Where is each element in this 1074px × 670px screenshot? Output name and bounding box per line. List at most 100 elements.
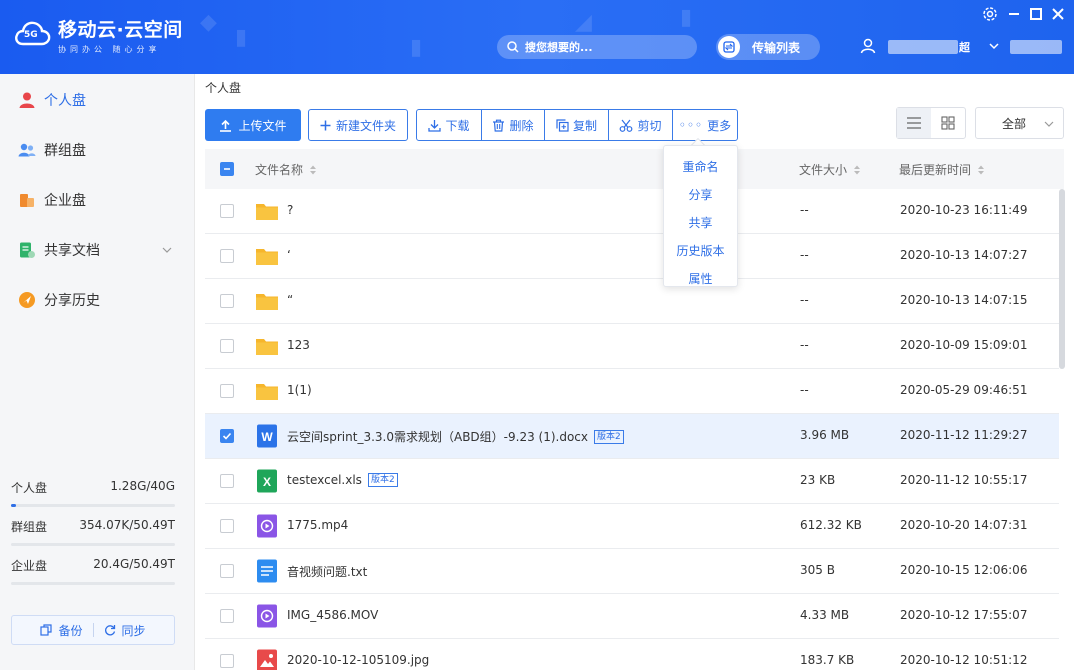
more-dropdown-menu: 重命名 分享 共享 历史版本 属性 bbox=[663, 145, 738, 287]
file-name-cell[interactable]: 音视频问题.txt bbox=[287, 563, 367, 580]
menu-item-properties[interactable]: 属性 bbox=[664, 265, 737, 293]
copy-button[interactable]: 复制 bbox=[545, 110, 609, 140]
select-all-checkbox[interactable] bbox=[220, 162, 234, 176]
scissors-icon bbox=[620, 119, 633, 132]
sidebar-item-share-history[interactable]: 分享历史 bbox=[0, 280, 195, 320]
file-name-cell[interactable]: 1775.mp4 bbox=[287, 518, 348, 532]
list-view-button[interactable] bbox=[897, 108, 931, 138]
download-label: 下载 bbox=[445, 118, 470, 133]
table-row[interactable]: 123 -- 2020-10-09 15:09:01 bbox=[205, 324, 1059, 369]
table-row[interactable]: W 云空间sprint_3.3.0需求规划（ABD组）-9.23 (1).docx… bbox=[205, 414, 1059, 459]
file-name[interactable]: “ bbox=[287, 293, 293, 307]
usage-label: 群组盘 bbox=[11, 520, 48, 534]
file-name[interactable]: 2020-10-12-105109.jpg bbox=[287, 653, 429, 667]
sidebar-item-enterprise-disk[interactable]: 企业盘 bbox=[0, 180, 195, 220]
row-checkbox[interactable] bbox=[220, 519, 234, 533]
file-name-cell[interactable]: ? bbox=[287, 203, 293, 217]
menu-item-rename[interactable]: 重命名 bbox=[664, 153, 737, 181]
row-checkbox[interactable] bbox=[220, 474, 234, 488]
minimize-icon[interactable] bbox=[1004, 5, 1024, 23]
table-row[interactable]: IMG_4586.MOV 4.33 MB 2020-10-12 17:55:07 bbox=[205, 594, 1059, 639]
file-name[interactable]: ? bbox=[287, 203, 293, 217]
row-checkbox[interactable] bbox=[220, 429, 234, 443]
file-name-cell[interactable]: 1(1) bbox=[287, 383, 312, 397]
row-checkbox[interactable] bbox=[220, 654, 234, 668]
transfer-list-button[interactable]: 传输列表 bbox=[716, 34, 820, 60]
table-header: 文件名称 文件大小 最后更新时间 bbox=[205, 149, 1064, 189]
chevron-down-icon[interactable] bbox=[988, 40, 1000, 52]
file-name-cell[interactable]: “ bbox=[287, 293, 293, 307]
row-checkbox[interactable] bbox=[220, 384, 234, 398]
usage-group: 群组盘 354.07K/50.49T bbox=[11, 518, 175, 546]
file-size: 183.7 KB bbox=[800, 653, 855, 667]
file-name[interactable]: ‘ bbox=[287, 248, 291, 262]
table-row[interactable]: “ -- 2020-10-13 14:07:15 bbox=[205, 279, 1059, 324]
column-header-name[interactable]: 文件名称 bbox=[255, 161, 317, 178]
file-name-cell[interactable]: 123 bbox=[287, 338, 310, 352]
new-folder-button[interactable]: 新建文件夹 bbox=[308, 109, 408, 141]
column-header-size[interactable]: 文件大小 bbox=[799, 161, 861, 178]
row-checkbox[interactable] bbox=[220, 294, 234, 308]
sidebar-item-personal-disk[interactable]: 个人盘 bbox=[0, 80, 195, 120]
file-name-cell[interactable]: IMG_4586.MOV bbox=[287, 608, 378, 622]
row-checkbox[interactable] bbox=[220, 204, 234, 218]
breadcrumb[interactable]: 个人盘 bbox=[205, 79, 241, 96]
file-name[interactable]: 123 bbox=[287, 338, 310, 352]
redacted-account bbox=[1010, 40, 1062, 54]
table-row[interactable]: 1(1) -- 2020-05-29 09:46:51 bbox=[205, 369, 1059, 414]
file-name-cell[interactable]: 云空间sprint_3.3.0需求规划（ABD组）-9.23 (1).docx 版… bbox=[287, 428, 624, 445]
grid-view-button[interactable] bbox=[931, 108, 965, 138]
row-checkbox[interactable] bbox=[220, 339, 234, 353]
sync-button[interactable]: 同步 bbox=[104, 622, 146, 639]
file-name[interactable]: 1(1) bbox=[287, 383, 312, 397]
column-header-date[interactable]: 最后更新时间 bbox=[899, 161, 985, 178]
close-icon[interactable] bbox=[1048, 5, 1068, 23]
sort-icon bbox=[978, 165, 985, 174]
person-icon bbox=[19, 92, 35, 108]
sidebar-item-shared-docs[interactable]: 共享文档 bbox=[0, 230, 195, 270]
decor-icon: ▮ bbox=[410, 35, 423, 60]
table-row[interactable]: Xtestexcel.xls 版本2 23 KB 2020-11-12 10:55:1… bbox=[205, 459, 1059, 504]
file-name[interactable]: 音视频问题.txt bbox=[287, 563, 367, 580]
scrollbar[interactable] bbox=[1059, 189, 1065, 369]
maximize-icon[interactable] bbox=[1026, 5, 1046, 23]
delete-button[interactable]: 删除 bbox=[482, 110, 545, 140]
file-type-filter[interactable]: 全部 bbox=[975, 107, 1064, 139]
row-checkbox[interactable] bbox=[220, 609, 234, 623]
download-button[interactable]: 下载 bbox=[417, 110, 482, 140]
svg-text:X: X bbox=[263, 475, 271, 489]
row-checkbox[interactable] bbox=[220, 564, 234, 578]
file-date: 2020-10-23 16:11:49 bbox=[900, 203, 1028, 217]
menu-item-share[interactable]: 分享 bbox=[664, 181, 737, 209]
settings-icon[interactable] bbox=[980, 5, 1000, 23]
search-input[interactable]: 搜您想要的... bbox=[497, 35, 697, 59]
file-name-cell[interactable]: ‘ bbox=[287, 248, 291, 262]
video-file-icon bbox=[255, 604, 279, 628]
cut-button[interactable]: 剪切 bbox=[609, 110, 673, 140]
chevron-down-icon[interactable] bbox=[161, 244, 173, 256]
table-row[interactable]: 2020-10-12-105109.jpg 183.7 KB 2020-10-12 … bbox=[205, 639, 1059, 670]
table-row[interactable]: 音视频问题.txt 305 B 2020-10-15 12:06:06 bbox=[205, 549, 1059, 594]
sidebar-item-group-disk[interactable]: 群组盘 bbox=[0, 130, 195, 170]
sidebar-item-label: 共享文档 bbox=[44, 243, 100, 259]
menu-item-collaborate[interactable]: 共享 bbox=[664, 209, 737, 237]
excel-file-icon: X bbox=[255, 469, 279, 493]
file-name[interactable]: 1775.mp4 bbox=[287, 518, 348, 532]
file-name[interactable]: 云空间sprint_3.3.0需求规划（ABD组）-9.23 (1).docx bbox=[287, 428, 588, 445]
upload-icon bbox=[220, 119, 232, 132]
username-text[interactable]: 超 bbox=[959, 39, 970, 55]
table-row[interactable]: ? -- 2020-10-23 16:11:49 bbox=[205, 189, 1059, 234]
file-name[interactable]: IMG_4586.MOV bbox=[287, 608, 378, 622]
file-name-cell[interactable]: 2020-10-12-105109.jpg bbox=[287, 653, 429, 667]
row-checkbox[interactable] bbox=[220, 249, 234, 263]
more-button[interactable]: ◦◦◦ 更多 bbox=[673, 110, 737, 140]
file-name[interactable]: testexcel.xls bbox=[287, 473, 362, 487]
file-name-cell[interactable]: testexcel.xls 版本2 bbox=[287, 473, 398, 487]
table-row[interactable]: ‘ -- 2020-10-13 14:07:27 bbox=[205, 234, 1059, 279]
menu-item-history-versions[interactable]: 历史版本 bbox=[664, 237, 737, 265]
folder-icon bbox=[255, 334, 279, 358]
table-row[interactable]: 1775.mp4 612.32 KB 2020-10-20 14:07:31 bbox=[205, 504, 1059, 549]
upload-file-button[interactable]: 上传文件 bbox=[205, 109, 301, 141]
backup-button[interactable]: 备份 bbox=[40, 622, 83, 639]
folder-icon bbox=[255, 199, 279, 223]
